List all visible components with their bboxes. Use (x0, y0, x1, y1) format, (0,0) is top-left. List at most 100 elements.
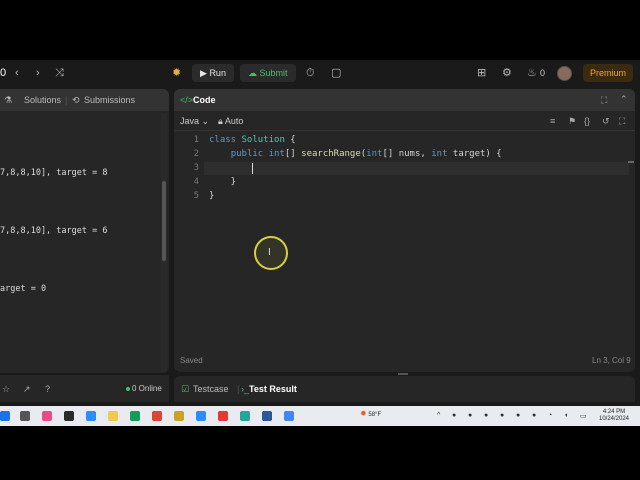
code-line-4[interactable]: } (209, 177, 236, 187)
tab-solutions[interactable]: Solutions (24, 95, 61, 105)
maximize-icon[interactable]: ⛶ (601, 95, 607, 106)
run-button[interactable]: ▶ Run (192, 64, 234, 82)
bookmark-icon[interactable]: ⚑ (568, 116, 576, 127)
file-explorer-icon[interactable] (108, 411, 118, 421)
chrome-icon[interactable] (152, 411, 162, 421)
terminal-icon: ›_ (241, 384, 250, 394)
current-line-highlight (204, 162, 629, 175)
app-icon[interactable] (86, 411, 96, 421)
app-icon[interactable] (240, 411, 250, 421)
left-scrollbar[interactable] (161, 113, 167, 371)
tray-icon[interactable]: ● (500, 412, 504, 419)
code-panel: </> Code ⛶ ⌃ Java ⌄ 🔒︎ Auto ≡ ⚑ {} ↺ ⛶ 1… (174, 89, 635, 372)
test-panel-tabs: ☑ Testcase | ›_ Test Result (174, 376, 635, 402)
layout-grid-icon[interactable]: ⊞ (477, 67, 486, 79)
description-footer: ☆ ↗ ? 0 Online (0, 375, 169, 402)
windows-taskbar: ✹ 58°F ^ ● ● ● ● ● ● ◔ ◖ ▭ 4:24 PM 10/24… (0, 406, 640, 426)
submit-label: Submit (259, 68, 288, 78)
ibeam-cursor-icon: I (268, 247, 271, 258)
fullscreen-icon[interactable]: ⛶ (619, 116, 625, 127)
logo-fragment: 0 (0, 67, 7, 79)
temperature: 58°F (368, 412, 382, 418)
code-line-2[interactable]: public int[] searchRange(int[] nums, int… (209, 149, 502, 159)
example-3-input: arget = 0 (0, 284, 47, 294)
reset-icon[interactable]: ↺ (602, 116, 610, 127)
language-select[interactable]: Java ⌄ (180, 116, 209, 127)
battery-icon[interactable]: ▭ (580, 412, 587, 420)
avatar[interactable] (557, 66, 572, 81)
system-clock[interactable]: 4:24 PM 10/24/2024 (598, 409, 630, 423)
edge-icon[interactable] (130, 411, 140, 421)
lock-icon: 🔒︎ (218, 116, 223, 126)
editor-toolbar: Java ⌄ 🔒︎ Auto ≡ ⚑ {} ↺ ⛶ (174, 111, 635, 131)
online-dot (126, 386, 130, 391)
play-icon: ▶ (200, 68, 207, 78)
weather-widget[interactable]: ✹ 58°F (360, 409, 381, 418)
help-icon[interactable]: ? (45, 384, 50, 394)
word-icon[interactable] (262, 411, 272, 421)
tab-submissions[interactable]: Submissions (84, 95, 135, 105)
example-2-input: 7,8,8,10], target = 6 (0, 226, 108, 236)
code-line-5[interactable]: } (209, 191, 214, 201)
notes-icon[interactable]: ▢ (331, 67, 341, 79)
app-icon[interactable] (64, 411, 74, 421)
auto-label: Auto (224, 116, 244, 126)
star-icon[interactable]: ☆ (2, 384, 10, 395)
debug-icon[interactable]: ✹ (172, 67, 181, 79)
wifi-icon[interactable]: ◔ (548, 412, 552, 419)
submit-button[interactable]: ☁ Submit (240, 64, 296, 82)
line-number: 5 (193, 191, 199, 201)
braces-icon[interactable]: {} (584, 116, 590, 126)
app-icon[interactable] (174, 411, 184, 421)
collapse-icon[interactable]: ⌃ (620, 94, 628, 105)
tray-icon[interactable]: ● (532, 412, 536, 419)
task-view-icon[interactable] (20, 411, 30, 421)
description-panel: ⚗ Solutions | ⟲ Submissions 7,8,8,10], t… (0, 89, 169, 373)
code-header: </> Code ⛶ ⌃ (174, 89, 635, 111)
premium-button[interactable]: Premium (583, 64, 633, 82)
mouse-highlight-ring (254, 236, 288, 270)
tray-icon[interactable]: ● (468, 412, 472, 419)
cloud-upload-icon: ☁ (248, 68, 257, 78)
line-number: 4 (193, 177, 199, 187)
settings-gear-icon[interactable]: ⚙ (502, 67, 512, 79)
format-icon[interactable]: ≡ (550, 116, 555, 126)
scrollbar-thumb[interactable] (162, 181, 166, 261)
cursor-position: Ln 3, Col 9 (592, 356, 631, 365)
code-line-3[interactable] (209, 163, 252, 173)
app-icon[interactable] (284, 411, 294, 421)
top-nav: 0 ‹ › ⤨ ✹ ▶ Run ☁ Submit ⏱ ▢ ⊞ ⚙ ♨ 0 Pre… (0, 60, 640, 87)
code-line-1[interactable]: class Solution { (209, 135, 296, 145)
tab-testcase[interactable]: Testcase (193, 384, 229, 394)
zoom-icon[interactable] (196, 411, 206, 421)
language-label: Java (180, 116, 200, 126)
fire-streak-icon[interactable]: ♨ (527, 67, 537, 79)
prev-problem-icon[interactable]: ‹ (15, 67, 19, 79)
tray-chevron-icon[interactable]: ^ (437, 412, 440, 419)
minimap-marker (628, 161, 634, 163)
auto-mode[interactable]: 🔒︎ Auto (218, 116, 243, 127)
line-number: 3 (193, 163, 199, 173)
timer-icon[interactable]: ⏱ (306, 67, 315, 79)
letterbox-bottom (0, 426, 640, 480)
online-count-label: 0 Online (132, 384, 162, 393)
description-tabs: ⚗ Solutions | ⟲ Submissions (0, 89, 169, 111)
solutions-flask-icon: ⚗ (4, 95, 13, 105)
share-icon[interactable]: ↗ (23, 384, 31, 395)
testcase-check-icon: ☑ (181, 384, 190, 394)
volume-icon[interactable]: ◖ (564, 412, 568, 419)
start-icon[interactable] (0, 411, 10, 421)
tray-icon[interactable]: ● (516, 412, 520, 419)
next-problem-icon[interactable]: › (36, 67, 40, 79)
example-1-input: 7,8,8,10], target = 8 (0, 168, 108, 178)
app-icon[interactable] (42, 411, 52, 421)
tray-icon[interactable]: ● (484, 412, 488, 419)
tab-test-result[interactable]: Test Result (249, 384, 297, 394)
shuffle-icon[interactable]: ⤨ (55, 67, 64, 79)
leetcode-app: 0 ‹ › ⤨ ✹ ▶ Run ☁ Submit ⏱ ▢ ⊞ ⚙ ♨ 0 Pre… (0, 60, 640, 406)
acrobat-icon[interactable] (218, 411, 228, 421)
panel-resize-handle[interactable] (398, 373, 408, 375)
tray-icon[interactable]: ● (452, 412, 456, 419)
submissions-icon: ⟲ (72, 95, 80, 105)
clock-time: 4:24 PM (602, 409, 626, 415)
